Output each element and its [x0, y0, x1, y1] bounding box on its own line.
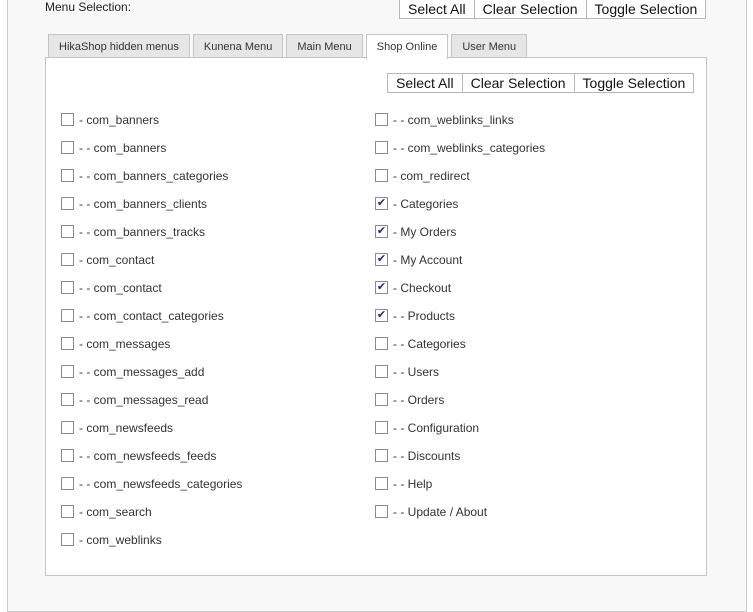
menu-item-label: - - com_banners_categories — [79, 169, 229, 183]
menu-item-label: - - Users — [393, 365, 439, 379]
menu-selection-label: Menu Selection: — [45, 0, 132, 14]
menu-item-label: - My Orders — [393, 225, 457, 239]
menu-item-label: - com_banners — [79, 113, 160, 127]
menu-item-label: - - Orders — [393, 393, 445, 407]
menu-item-checkbox[interactable] — [61, 169, 74, 182]
menu-item-label: - - com_banners — [79, 141, 167, 155]
menu-item-checkbox[interactable] — [61, 365, 74, 378]
menu-item-checkbox[interactable] — [375, 141, 388, 154]
tab-shop-online[interactable]: Shop Online — [365, 34, 449, 59]
menu-item-checkbox[interactable] — [375, 393, 388, 406]
menu-item-label: - com_redirect — [393, 169, 470, 183]
menu-item-label: - Categories — [393, 197, 459, 211]
panel-clear-selection-button[interactable]: Clear Selection — [461, 73, 575, 93]
menu-item-label: - com_messages — [79, 337, 171, 351]
menu-item-checkbox[interactable] — [375, 169, 388, 182]
toggle-selection-button[interactable]: Toggle Selection — [585, 0, 707, 19]
menu-item-label: - - Update / About — [393, 505, 488, 519]
menu-item-label: - - Categories — [393, 337, 466, 351]
menu-item-label: - - com_contact_categories — [79, 309, 224, 323]
checkmark-icon: ✔ — [376, 281, 387, 293]
menu-item-label: - My Account — [393, 253, 463, 267]
menu-item-label: - - com_messages_add — [79, 365, 205, 379]
menu-item-checkbox[interactable] — [61, 253, 74, 266]
menu-item-label: - - com_newsfeeds_feeds — [79, 449, 217, 463]
select-all-button[interactable]: Select All — [399, 0, 475, 19]
menu-item-label: - - com_weblinks_links — [393, 113, 514, 127]
menu-item-checkbox[interactable] — [61, 505, 74, 518]
menu-item-checkbox[interactable]: ✔ — [375, 253, 388, 266]
menu-item-checkbox[interactable] — [61, 141, 74, 154]
menu-tabs: HikaShop hidden menus Kunena Menu Main M… — [48, 34, 530, 59]
menu-item-label: - - com_weblinks_categories — [393, 141, 546, 155]
right-checkbox-column: - - com_weblinks_links - - com_weblinks_c… — [375, 113, 546, 538]
menu-item[interactable]: - - Update / About — [375, 505, 545, 538]
menu-item-label: - - Configuration — [393, 421, 480, 435]
checkmark-icon: ✔ — [376, 225, 387, 237]
menu-item-checkbox[interactable] — [375, 449, 388, 462]
menu-item-checkbox[interactable] — [61, 393, 74, 406]
menu-item-checkbox[interactable] — [375, 365, 388, 378]
menu-item-checkbox[interactable] — [61, 421, 74, 434]
tab-main-menu[interactable]: Main Menu — [286, 34, 363, 58]
menu-item-label: - com_weblinks — [79, 533, 162, 547]
tab-hikashop-hidden-menus[interactable]: HikaShop hidden menus — [48, 34, 190, 58]
menu-item-checkbox[interactable] — [375, 113, 388, 126]
panel-selection-buttons: Select All Clear Selection Toggle Select… — [387, 73, 695, 93]
clear-selection-button[interactable]: Clear Selection — [473, 0, 587, 19]
menu-item-label: - - Products — [393, 309, 456, 323]
menu-item-checkbox[interactable] — [61, 337, 74, 350]
menu-item-label: - com_newsfeeds — [79, 421, 174, 435]
menu-item-checkbox[interactable]: ✔ — [375, 281, 388, 294]
menu-item-checkbox[interactable] — [375, 337, 388, 350]
menu-item[interactable]: - com_weblinks — [61, 533, 242, 566]
left-checkbox-column: - com_banners - - com_banners - - com_bann… — [61, 113, 243, 566]
menu-item-label: - Checkout — [393, 281, 452, 295]
menu-item-label: - com_contact — [79, 253, 155, 267]
menu-item-label: - - com_messages_read — [79, 393, 209, 407]
menu-item-checkbox[interactable]: ✔ — [375, 197, 388, 210]
menu-item-checkbox[interactable] — [61, 197, 74, 210]
menu-item-checkbox[interactable] — [61, 309, 74, 322]
menu-item-label: - - Discounts — [393, 449, 461, 463]
top-selection-buttons: Select All Clear Selection Toggle Select… — [399, 0, 707, 19]
menu-item-label: - - Help — [393, 477, 433, 491]
menu-item-checkbox[interactable] — [61, 281, 74, 294]
menu-item-label: - - com_banners_clients — [79, 197, 208, 211]
menu-item-checkbox[interactable]: ✔ — [375, 225, 388, 238]
menu-item-checkbox[interactable] — [61, 449, 74, 462]
checkmark-icon: ✔ — [376, 253, 387, 265]
panel-select-all-button[interactable]: Select All — [387, 73, 463, 93]
menu-item-label: - - com_newsfeeds_categories — [79, 477, 243, 491]
menu-item-label: - - com_banners_tracks — [79, 225, 206, 239]
menu-item-checkbox[interactable] — [61, 533, 74, 546]
menu-item-checkbox[interactable]: ✔ — [375, 309, 388, 322]
menu-item-label: - - com_contact — [79, 281, 162, 295]
menu-item-checkbox[interactable] — [61, 113, 74, 126]
menu-item-checkbox[interactable] — [375, 421, 388, 434]
tab-user-menu[interactable]: User Menu — [451, 34, 528, 58]
panel-toggle-selection-button[interactable]: Toggle Selection — [573, 73, 695, 93]
menu-item-checkbox[interactable] — [375, 505, 388, 518]
menu-item-label: - com_search — [79, 505, 152, 519]
tab-kunena-menu[interactable]: Kunena Menu — [192, 34, 284, 58]
checkmark-icon: ✔ — [376, 309, 387, 321]
menu-item-checkbox[interactable] — [375, 477, 388, 490]
checkmark-icon: ✔ — [376, 197, 387, 209]
menu-item-checkbox[interactable] — [61, 477, 74, 490]
menu-item-checkbox[interactable] — [61, 225, 74, 238]
